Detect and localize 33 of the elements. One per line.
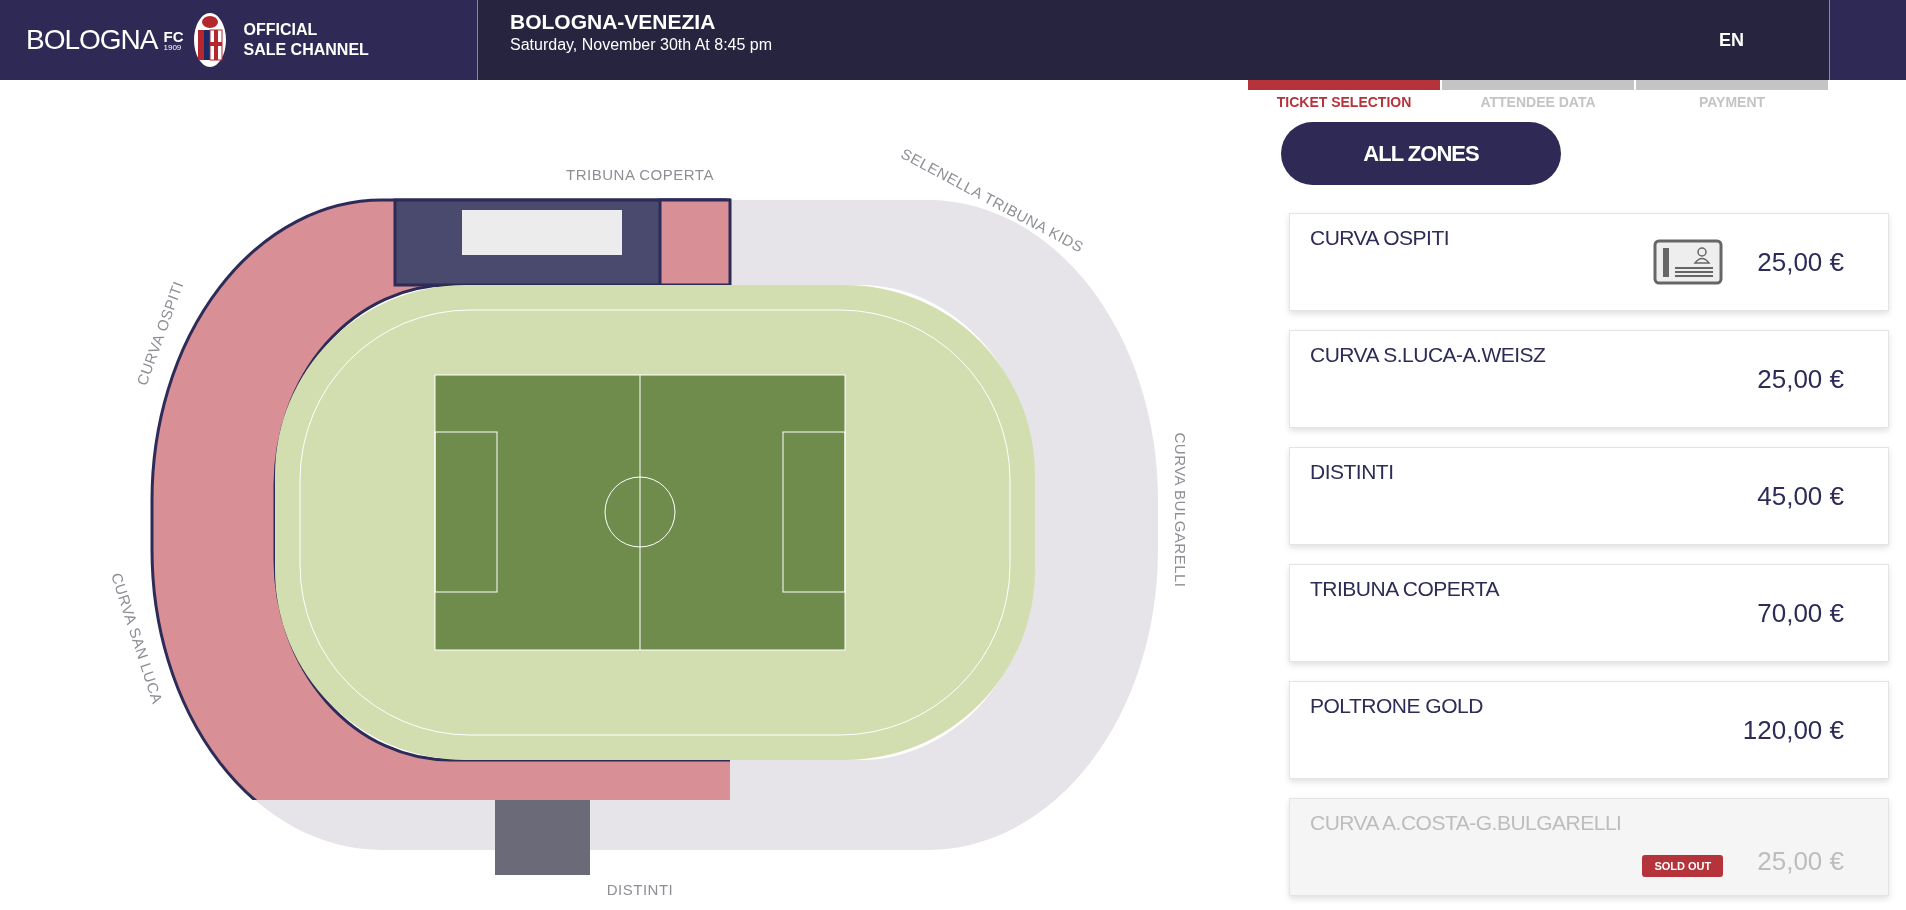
club-crest-icon — [193, 12, 228, 68]
zone-name: POLTRONE GOLD — [1310, 694, 1483, 718]
stadium-section-label: CURVA SAN LUCA — [110, 570, 167, 706]
zone-name: DISTINTI — [1310, 460, 1394, 484]
sale-channel-label: OFFICIAL — [243, 20, 319, 40]
language-selector[interactable]: EN — [1719, 29, 1744, 51]
all-zones-button[interactable]: ALL ZONES — [1281, 122, 1561, 185]
zone-card[interactable]: CURVA S.LUCA-A.WEISZ 25,00 € — [1289, 330, 1889, 428]
zone-price: 25,00 € — [1757, 845, 1844, 877]
sold-out-badge: SOLD OUT — [1642, 855, 1724, 877]
club-name: BOLOGNA — [26, 24, 158, 56]
zone-price: 25,00 € — [1757, 246, 1844, 278]
sale-channel-label: SALE CHANNEL — [243, 40, 369, 60]
stadium-section-label: TRIBUNA COPERTA — [566, 166, 714, 183]
progress-step-tab[interactable]: TICKET SELECTION — [1276, 94, 1412, 110]
zone-card[interactable]: POLTRONE GOLD 120,00 € — [1289, 681, 1889, 779]
stadium-section-label: CURVA BULGARELLI — [1172, 432, 1189, 588]
zone-price: 120,00 € — [1742, 714, 1844, 746]
stadium-section-label: DISTINTI — [606, 881, 674, 898]
event-title: BOLOGNA-VENEZIA — [510, 10, 716, 34]
zone-price: 45,00 € — [1757, 480, 1844, 512]
zone-name: CURVA S.LUCA-A.WEISZ — [1310, 343, 1546, 367]
zone-name: CURVA OSPITI — [1310, 226, 1450, 250]
zone-price: 70,00 € — [1757, 597, 1844, 629]
zone-name: TRIBUNA COPERTA — [1310, 577, 1499, 601]
zone-card[interactable]: TRIBUNA COPERTA 70,00 € — [1289, 564, 1889, 662]
event-date: Saturday, November 30th At 8:45 pm — [510, 36, 773, 54]
zone-name: CURVA A.COSTA-G.BULGARELLI — [1310, 811, 1622, 835]
zone-card[interactable]: CURVA OSPITI 25,00 € — [1289, 213, 1889, 311]
club-year: 1909 — [163, 43, 183, 52]
zone-price: 25,00 € — [1757, 363, 1844, 395]
zone-card[interactable]: DISTINTI 45,00 € — [1289, 447, 1889, 545]
club-suffix: FC — [163, 28, 184, 44]
